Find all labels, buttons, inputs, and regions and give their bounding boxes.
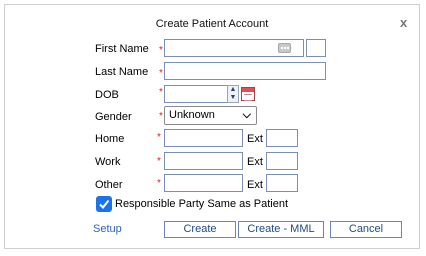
chevron-down-icon: ⌵ [242, 109, 251, 121]
first-name-input[interactable] [164, 39, 304, 57]
first-name-suffix-input[interactable] [306, 39, 326, 57]
create-button[interactable]: Create [164, 221, 236, 238]
required-marker: * [159, 68, 163, 79]
home-ext-input[interactable] [266, 129, 298, 147]
dob-label: DOB [95, 89, 119, 101]
create-mml-button[interactable]: Create - MML [238, 221, 324, 238]
required-marker: * [159, 87, 163, 98]
required-marker: * [157, 132, 161, 143]
setup-link[interactable]: Setup [93, 223, 122, 235]
checkmark-icon [99, 199, 110, 210]
home-phone-input[interactable] [164, 129, 243, 147]
more-options-icon[interactable] [278, 43, 291, 53]
responsible-party-checkbox[interactable] [96, 196, 112, 212]
other-phone-label: Other [95, 179, 123, 191]
first-name-label: First Name [95, 43, 149, 55]
work-ext-label: Ext [247, 156, 263, 168]
required-marker: * [157, 156, 161, 167]
create-patient-dialog: Create Patient Account x First Name * La… [4, 4, 420, 249]
dob-input[interactable] [164, 85, 228, 103]
last-name-input[interactable] [164, 62, 326, 80]
responsible-party-label[interactable]: Responsible Party Same as Patient [115, 198, 288, 210]
work-ext-input[interactable] [266, 152, 298, 170]
other-ext-label: Ext [247, 179, 263, 191]
work-phone-input[interactable] [164, 152, 243, 170]
close-icon[interactable]: x [400, 15, 407, 30]
gender-selected-value: Unknown [169, 109, 215, 121]
required-marker: * [159, 111, 163, 122]
other-ext-input[interactable] [266, 174, 298, 192]
gender-label: Gender [95, 111, 132, 123]
calendar-icon[interactable] [241, 87, 255, 101]
last-name-label: Last Name [95, 66, 149, 78]
required-marker: * [157, 178, 161, 189]
spinner-down-icon[interactable]: ▼ [228, 94, 238, 102]
date-spinner[interactable]: ▲ ▼ [227, 85, 239, 103]
dialog-title: Create Patient Account [155, 18, 269, 30]
home-ext-label: Ext [247, 133, 263, 145]
gender-select[interactable]: Unknown ⌵ [164, 106, 257, 125]
work-phone-label: Work [95, 156, 121, 168]
required-marker: * [159, 45, 163, 56]
home-phone-label: Home [95, 133, 125, 145]
spinner-up-icon[interactable]: ▲ [228, 86, 238, 94]
other-phone-input[interactable] [164, 174, 243, 192]
cancel-button[interactable]: Cancel [330, 221, 402, 238]
